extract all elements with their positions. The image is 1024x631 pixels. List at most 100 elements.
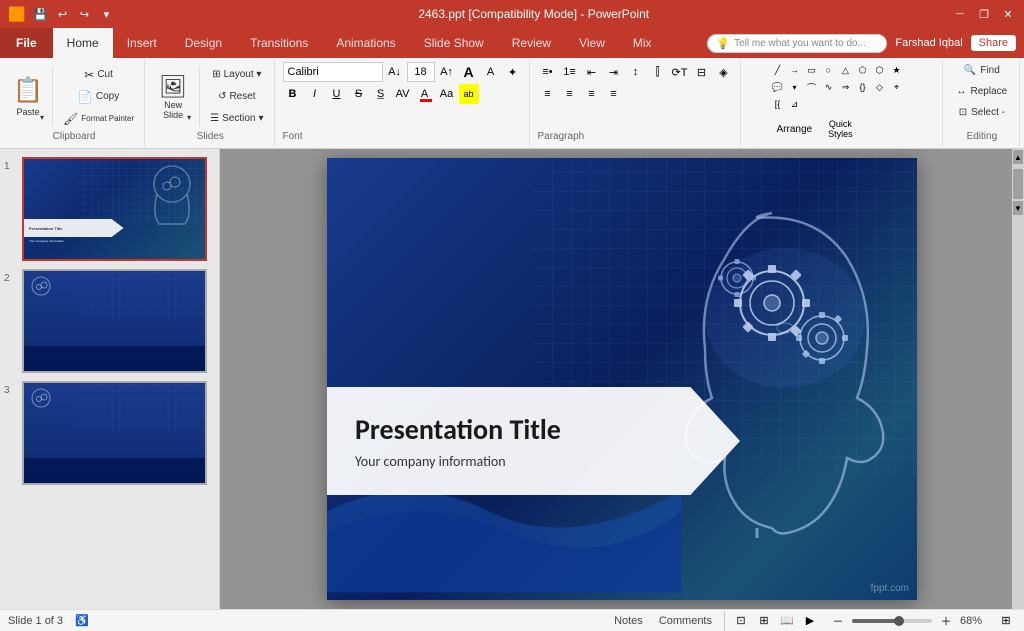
slide-thumb-2[interactable]: 2 [4, 269, 215, 373]
shape-freeform-btn[interactable]: ∿ [821, 79, 837, 95]
comments-button[interactable]: Comments [655, 613, 716, 629]
tell-me-box[interactable]: 💡 Tell me what you want to do... [707, 34, 887, 53]
copy-button[interactable]: 📄 Copy [59, 87, 138, 107]
shape-pentagon-btn[interactable]: ⬠ [855, 62, 871, 78]
shape-callout-btn[interactable]: 💬 [770, 79, 786, 95]
restore-btn[interactable]: ❐ [976, 6, 992, 22]
shape-block-arrow-btn[interactable]: ⇒ [838, 79, 854, 95]
bullets-btn[interactable]: ≡• [538, 62, 558, 82]
shape-star-btn[interactable]: ★ [889, 62, 905, 78]
slideshow-btn[interactable]: ▶ [800, 611, 820, 631]
tab-file[interactable]: File [0, 28, 53, 58]
new-slide-button[interactable]: 🖼 New Slide ▾ [153, 70, 193, 124]
font-size-down-btn[interactable]: A↓ [385, 62, 405, 82]
shape-hexagon-btn[interactable]: ⬡ [872, 62, 888, 78]
shape-circle-btn[interactable]: ○ [821, 62, 837, 78]
slide-image-3[interactable] [22, 381, 207, 485]
tab-home[interactable]: Home [53, 28, 113, 58]
share-button[interactable]: Share [971, 35, 1016, 51]
strikethrough-btn[interactable]: S [349, 84, 369, 104]
align-center-btn[interactable]: ≡ [560, 84, 580, 104]
underline-btn[interactable]: U [327, 84, 347, 104]
font-size-up-btn[interactable]: A↑ [437, 62, 457, 82]
justify-btn[interactable]: ≡ [604, 84, 624, 104]
main-slide-canvas[interactable]: Presentation Title Your company informat… [327, 158, 917, 600]
shape-line-btn[interactable]: ╱ [770, 62, 786, 78]
char-case-btn[interactable]: Aa [437, 84, 457, 104]
arrange-button[interactable]: Arrange [770, 119, 820, 139]
close-btn[interactable]: ✕ [1000, 6, 1016, 22]
save-quick-btn[interactable]: 💾 [31, 5, 49, 23]
font-name-input[interactable] [283, 62, 383, 82]
slide-sorter-btn[interactable]: ⊞ [754, 611, 774, 631]
text-direction-btn[interactable]: ⟳T [670, 62, 690, 82]
slide-thumb-3[interactable]: 3 [4, 381, 215, 485]
bold-btn[interactable]: B [283, 84, 303, 104]
shape-curve-btn[interactable]: ⌒ [804, 79, 820, 95]
slide-image-2[interactable] [22, 269, 207, 373]
font-color-btn[interactable]: A [415, 84, 435, 104]
section-button[interactable]: ☰ Section ▾ [206, 109, 267, 129]
shape-triangle-btn[interactable]: △ [838, 62, 854, 78]
indent-less-btn[interactable]: ⇤ [582, 62, 602, 82]
paste-button[interactable]: 📋 Paste ▾ [10, 70, 46, 124]
layout-button[interactable]: ⊞ Layout ▾ [206, 65, 267, 85]
fit-slide-btn[interactable]: ⊞ [996, 611, 1016, 631]
tab-mix[interactable]: Mix [619, 28, 666, 58]
shape-flowchart-btn[interactable]: ◇ [872, 79, 888, 95]
align-right-btn[interactable]: ≡ [582, 84, 602, 104]
shape-action-btn[interactable]: ⊿ [787, 96, 803, 112]
powerpoint-icon: 🟧 [8, 6, 25, 23]
shape-bracket-btn[interactable]: [{ [770, 96, 786, 112]
customize-quick-btn[interactable]: ▾ [97, 5, 115, 23]
slide-thumb-1[interactable]: 1 Present [4, 157, 215, 261]
redo-quick-btn[interactable]: ↪ [75, 5, 93, 23]
align-text-btn[interactable]: ⊟ [692, 62, 712, 82]
tab-design[interactable]: Design [171, 28, 236, 58]
shape-ribbon-btn[interactable]: ⌖ [889, 79, 905, 95]
indent-more-btn[interactable]: ⇥ [604, 62, 624, 82]
decrease-font-btn[interactable]: A [481, 62, 501, 82]
font-size-input[interactable] [407, 62, 435, 82]
shadow-btn[interactable]: S̲ [371, 84, 391, 104]
columns-btn[interactable]: ⫿ [648, 62, 668, 82]
shape-rect-btn[interactable]: ▭ [804, 62, 820, 78]
zoom-in-btn[interactable]: ＋ [936, 611, 956, 631]
slide-image-1[interactable]: Presentation Title Your company informat… [22, 157, 207, 261]
slide-title-banner[interactable]: Presentation Title Your company informat… [327, 387, 740, 495]
find-button[interactable]: 🔍 Find [951, 62, 1014, 79]
select-button[interactable]: ⊡ Select - [951, 104, 1014, 121]
vertical-scrollbar[interactable]: ▲ ▼ [1012, 149, 1024, 609]
shape-arrow-btn[interactable]: → [787, 62, 803, 78]
notes-button[interactable]: Notes [610, 613, 647, 629]
smartart-btn[interactable]: ◈ [714, 62, 734, 82]
text-highlight-btn[interactable]: ab [459, 84, 479, 104]
tab-insert[interactable]: Insert [113, 28, 171, 58]
char-spacing-btn[interactable]: AV [393, 84, 413, 104]
reading-view-btn[interactable]: 📖 [777, 611, 797, 631]
cut-button[interactable]: ✂ Cut [59, 65, 138, 85]
scrollbar-thumb[interactable] [1013, 169, 1023, 199]
format-painter-button[interactable]: 🖌 Format Painter [59, 109, 138, 129]
numbering-btn[interactable]: 1≡ [560, 62, 580, 82]
zoom-slider[interactable] [852, 619, 932, 623]
increase-font-btn[interactable]: A [459, 62, 479, 82]
shape-more-btn[interactable]: ▾ [787, 79, 803, 95]
zoom-out-btn[interactable]: － [828, 611, 848, 631]
italic-btn[interactable]: I [305, 84, 325, 104]
tab-review[interactable]: Review [498, 28, 565, 58]
shape-equation-btn[interactable]: {} [855, 79, 871, 95]
tab-transitions[interactable]: Transitions [236, 28, 322, 58]
align-left-btn[interactable]: ≡ [538, 84, 558, 104]
minimize-btn[interactable]: ─ [952, 6, 968, 22]
tab-animations[interactable]: Animations [322, 28, 409, 58]
tab-slideshow[interactable]: Slide Show [410, 28, 498, 58]
reset-button[interactable]: ↺ Reset [206, 87, 267, 107]
line-spacing-btn[interactable]: ↕ [626, 62, 646, 82]
tab-view[interactable]: View [565, 28, 619, 58]
undo-quick-btn[interactable]: ↩ [53, 5, 71, 23]
clear-format-btn[interactable]: ✦ [503, 62, 523, 82]
normal-view-btn[interactable]: ⊡ [731, 611, 751, 631]
replace-button[interactable]: ↔ Replace [951, 83, 1014, 100]
quick-styles-button[interactable]: Quick Styles [823, 114, 858, 144]
